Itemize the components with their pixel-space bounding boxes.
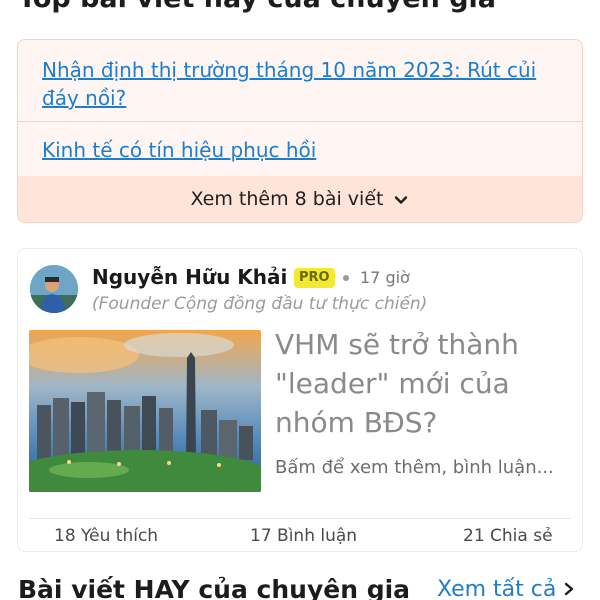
top-article-item: Kinh tế có tín hiệu phục hồi bbox=[18, 136, 582, 178]
expert-post-card[interactable]: Nguyễn Hữu Khải PRO 17 giờ (Founder Cộng… bbox=[17, 248, 583, 552]
see-all-link[interactable]: Xem tất cả bbox=[437, 577, 576, 600]
shares-count[interactable]: 21 Chia sẻ bbox=[463, 526, 553, 546]
see-all-label: Xem tất cả bbox=[437, 577, 557, 600]
post-thumbnail[interactable] bbox=[29, 330, 261, 492]
pro-badge: PRO bbox=[294, 268, 335, 288]
chevron-down-icon bbox=[393, 191, 409, 207]
divider bbox=[18, 121, 582, 122]
section-title-expert-posts: Bài viết HAY của chuyên gia bbox=[18, 575, 411, 600]
separator-dot bbox=[343, 275, 349, 281]
post-title[interactable]: VHM sẽ trở thành "leader" mới của nhóm B… bbox=[275, 325, 575, 442]
author-subtitle: (Founder Cộng đồng đầu tư thực chiến) bbox=[92, 294, 428, 314]
top-article-item: Nhận định thị trường tháng 10 năm 2023: … bbox=[18, 56, 582, 138]
see-more-label: Xem thêm 8 bài viết bbox=[190, 188, 384, 210]
author-name[interactable]: Nguyễn Hữu Khải bbox=[92, 265, 287, 289]
avatar[interactable] bbox=[30, 265, 78, 313]
divider bbox=[29, 518, 571, 519]
post-excerpt[interactable]: Bấm để xem thêm, bình luận... bbox=[275, 454, 575, 482]
top-articles-card: Nhận định thị trường tháng 10 năm 2023: … bbox=[17, 39, 583, 223]
see-more-articles-button[interactable]: Xem thêm 8 bài viết bbox=[18, 176, 582, 222]
post-time: 17 giờ bbox=[360, 268, 410, 287]
comments-count[interactable]: 17 Bình luận bbox=[250, 526, 357, 546]
top-article-link[interactable]: Nhận định thị trường tháng 10 năm 2023: … bbox=[42, 58, 536, 110]
chevron-right-icon bbox=[562, 577, 576, 596]
section-title-top-articles: Top bài viết hay của chuyên gia bbox=[18, 0, 496, 14]
likes-count[interactable]: 18 Yêu thích bbox=[54, 526, 158, 546]
top-article-link[interactable]: Kinh tế có tín hiệu phục hồi bbox=[42, 138, 316, 162]
